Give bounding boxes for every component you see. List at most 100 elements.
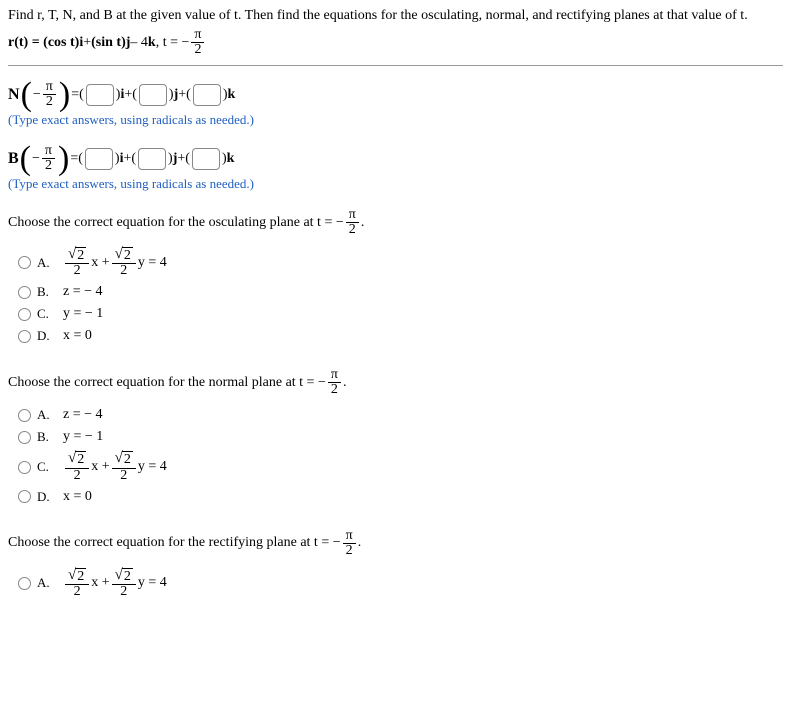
nden2a: 2 bbox=[71, 469, 84, 483]
pi-b: π bbox=[42, 144, 55, 159]
rect-choice-a[interactable]: A. √2 2 x + √2 2 y = 4 bbox=[18, 568, 783, 599]
q-osc-pi: π bbox=[346, 208, 359, 223]
plus-n1: + bbox=[124, 87, 132, 103]
pi-num: π bbox=[191, 28, 204, 43]
nfrac2: √2 2 bbox=[112, 451, 136, 482]
k-b: k bbox=[227, 151, 235, 167]
q-rect-2: 2 bbox=[343, 544, 356, 558]
b-i-input[interactable] bbox=[85, 148, 113, 170]
n-section: N ( − π 2 ) = ( ) i + ( ) j + ( ) k (Typ… bbox=[8, 80, 783, 192]
rt-suf: – 4 bbox=[130, 35, 148, 51]
problem-intro: Find r, T, N, and B at the given value o… bbox=[8, 8, 783, 24]
t-equals: , t = − bbox=[156, 35, 190, 51]
rsqrt2-num: √2 bbox=[65, 568, 89, 585]
r-of-t-formula: r(t) = (cos t) i + (sin t) j – 4 k , t =… bbox=[8, 28, 783, 57]
n-i-input[interactable] bbox=[86, 84, 114, 106]
pi-over-2: π 2 bbox=[191, 28, 204, 57]
hint-b: (Type exact answers, using radicals as n… bbox=[8, 176, 783, 192]
pi-n: π bbox=[43, 80, 56, 95]
norm-label-c: C. bbox=[37, 459, 55, 475]
n-label: N bbox=[8, 86, 20, 104]
rfrac2: √2 2 bbox=[112, 568, 136, 599]
osc-choice-b[interactable]: B. z = − 4 bbox=[18, 284, 783, 300]
n-k-input[interactable] bbox=[193, 84, 221, 106]
lp3: ( bbox=[186, 87, 191, 103]
norm-d-content: x = 0 bbox=[63, 489, 92, 505]
q-norm-pi: π bbox=[328, 368, 341, 383]
normal-question: Choose the correct equation for the norm… bbox=[8, 368, 783, 397]
norm-label-b: B. bbox=[37, 429, 55, 445]
rt-prefix: r(t) = (cos t) bbox=[8, 35, 79, 51]
radio-icon[interactable] bbox=[18, 577, 31, 590]
radio-icon[interactable] bbox=[18, 330, 31, 343]
q-norm-frac: π 2 bbox=[328, 368, 341, 397]
rt-mid: (sin t) bbox=[91, 35, 126, 51]
osc-choice-c[interactable]: C. y = − 1 bbox=[18, 306, 783, 322]
lp4: ( bbox=[78, 151, 83, 167]
osc-choice-a[interactable]: A. √2 2 x + √2 2 y = 4 bbox=[18, 247, 783, 278]
pi-over-2-b: π 2 bbox=[42, 144, 55, 173]
norm-label-d: D. bbox=[37, 489, 55, 505]
q-norm-2: 2 bbox=[328, 383, 341, 397]
lp5: ( bbox=[131, 151, 136, 167]
unit-k: k bbox=[148, 35, 156, 51]
q-rect-text: Choose the correct equation for the rect… bbox=[8, 535, 341, 551]
norm-label-a: A. bbox=[37, 407, 55, 423]
radio-icon[interactable] bbox=[18, 490, 31, 503]
two-n: 2 bbox=[43, 95, 56, 109]
lp2: ( bbox=[132, 87, 137, 103]
plus-b2: + bbox=[177, 151, 185, 167]
sqrt2-num2: √2 bbox=[112, 247, 136, 264]
q-norm-period: . bbox=[343, 375, 347, 391]
q-osc-frac: π 2 bbox=[346, 208, 359, 237]
norm-choice-a[interactable]: A. z = − 4 bbox=[18, 407, 783, 423]
nxplus: x + bbox=[91, 459, 109, 475]
rsqrt2-num2: √2 bbox=[112, 568, 136, 585]
rxplus: x + bbox=[91, 575, 109, 591]
two-b: 2 bbox=[42, 159, 55, 173]
radio-icon[interactable] bbox=[18, 431, 31, 444]
label-b: B. bbox=[37, 284, 55, 300]
lp1: ( bbox=[79, 87, 84, 103]
norm-a-content: z = − 4 bbox=[63, 407, 103, 423]
den2a: 2 bbox=[71, 264, 84, 278]
b-label: B bbox=[8, 150, 19, 168]
yeq4-a: y = 4 bbox=[138, 255, 167, 271]
radio-icon[interactable] bbox=[18, 461, 31, 474]
equals-b: = bbox=[70, 151, 78, 167]
radio-icon[interactable] bbox=[18, 256, 31, 269]
q-rect-frac: π 2 bbox=[343, 529, 356, 558]
q-rect-period: . bbox=[358, 535, 362, 551]
norm-b-content: y = − 1 bbox=[63, 429, 103, 445]
xplus-a: x + bbox=[91, 255, 109, 271]
radio-icon[interactable] bbox=[18, 286, 31, 299]
rden2a: 2 bbox=[71, 585, 84, 599]
rectifying-question: Choose the correct equation for the rect… bbox=[8, 529, 783, 558]
n-j-input[interactable] bbox=[139, 84, 167, 106]
radio-icon[interactable] bbox=[18, 308, 31, 321]
norm-choice-d[interactable]: D. x = 0 bbox=[18, 489, 783, 505]
plus-b1: + bbox=[123, 151, 131, 167]
k-n: k bbox=[228, 87, 236, 103]
label-c: C. bbox=[37, 306, 55, 322]
b-k-input[interactable] bbox=[192, 148, 220, 170]
nyeq4: y = 4 bbox=[138, 459, 167, 475]
radio-icon[interactable] bbox=[18, 409, 31, 422]
rfrac1: √2 2 bbox=[65, 568, 89, 599]
norm-choice-c[interactable]: C. √2 2 x + √2 2 y = 4 bbox=[18, 451, 783, 482]
osc-a-content: √2 2 x + √2 2 y = 4 bbox=[63, 247, 167, 278]
b-j-input[interactable] bbox=[138, 148, 166, 170]
q-norm-text: Choose the correct equation for the norm… bbox=[8, 375, 326, 391]
nden2b: 2 bbox=[117, 469, 130, 483]
osc-choice-d[interactable]: D. x = 0 bbox=[18, 328, 783, 344]
two-den: 2 bbox=[191, 43, 204, 57]
sqrt2-num: √2 bbox=[65, 247, 89, 264]
q-osc-period: . bbox=[361, 215, 365, 231]
norm-choice-b[interactable]: B. y = − 1 bbox=[18, 429, 783, 445]
plus-1: + bbox=[83, 35, 91, 51]
label-a: A. bbox=[37, 255, 55, 271]
neg-pi-2-arg: − π 2 bbox=[33, 80, 58, 109]
den2b: 2 bbox=[117, 264, 130, 278]
minus-b: − bbox=[32, 151, 40, 167]
q-osc-text: Choose the correct equation for the oscu… bbox=[8, 215, 344, 231]
